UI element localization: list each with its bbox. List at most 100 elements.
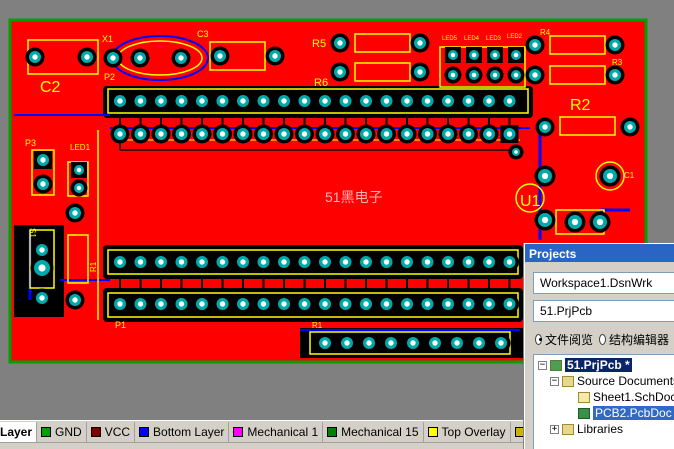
tab-current-layer[interactable]: Layer xyxy=(0,421,38,442)
tree-item-source-documents[interactable]: − Source Documents xyxy=(550,373,674,389)
pad-hole xyxy=(219,259,226,265)
tree-item-project[interactable]: − 51.PrjPcb * xyxy=(538,357,632,373)
pad-hole xyxy=(342,301,349,307)
layer-color-swatch xyxy=(427,426,438,437)
pad-hole xyxy=(337,69,343,75)
pad-hole xyxy=(506,131,513,137)
pad-hole xyxy=(612,42,618,48)
pad-hole xyxy=(272,53,278,59)
pad-hole xyxy=(424,301,431,307)
designator-c3: C3 xyxy=(197,29,209,39)
pad-hole xyxy=(117,259,123,265)
pad-hole xyxy=(506,98,513,104)
pad-hole xyxy=(410,340,416,346)
pad-hole xyxy=(363,98,369,104)
folder-icon xyxy=(562,375,574,387)
pad-hole xyxy=(363,131,369,137)
designator-c1: C1 xyxy=(624,171,635,180)
pad-hole xyxy=(322,340,328,346)
tab-mechanical-15[interactable]: Mechanical 15 xyxy=(323,421,424,442)
designator-r1b: R1 xyxy=(312,321,323,330)
pad-hole xyxy=(445,131,451,137)
designator-led3: LED3 xyxy=(486,36,502,42)
pad-hole xyxy=(366,340,372,346)
pad-hole xyxy=(76,185,82,191)
pad-hole xyxy=(454,340,460,346)
pad-hole xyxy=(596,218,604,226)
pad-hole xyxy=(506,259,513,265)
pad-hole xyxy=(117,98,123,104)
pad-hole xyxy=(178,301,185,307)
pad-hole xyxy=(513,72,519,78)
pad-hole xyxy=(137,131,144,137)
struct-editor-radio[interactable] xyxy=(599,333,606,345)
pad-hole xyxy=(240,259,246,265)
pad-hole xyxy=(260,301,267,307)
collapse-icon[interactable]: − xyxy=(538,360,547,370)
pad-hole xyxy=(445,301,451,307)
pad-hole xyxy=(281,131,287,137)
designator-x1: X1 xyxy=(102,34,113,44)
pad-hole xyxy=(465,98,472,104)
tab-bottom-layer[interactable]: Bottom Layer xyxy=(135,421,230,442)
pad-hole xyxy=(158,259,164,265)
pad-hole xyxy=(301,98,308,104)
workspace-dropdown[interactable]: Workspace1.DsnWrk xyxy=(533,272,674,294)
pad-hole xyxy=(498,340,504,346)
pad-hole xyxy=(158,131,164,137)
tab-top-overlay[interactable]: Top Overlay xyxy=(424,421,511,442)
pad-hole xyxy=(301,301,308,307)
pad-hole xyxy=(219,131,226,137)
pad-hole xyxy=(541,216,549,224)
pad-hole xyxy=(137,55,143,61)
designator-c2: C2 xyxy=(40,79,61,96)
pad-hole xyxy=(450,72,456,78)
pad-hole xyxy=(513,52,519,58)
tab-vcc[interactable]: VCC xyxy=(87,421,136,442)
pad-hole xyxy=(541,172,549,180)
pad-hole xyxy=(514,150,518,154)
pad-hole xyxy=(417,69,423,75)
pad-hole xyxy=(39,247,45,253)
pad-hole xyxy=(606,172,614,180)
pad-hole xyxy=(117,301,123,307)
file-view-label: 文件阅览 xyxy=(544,332,593,347)
pad-hole xyxy=(240,98,246,104)
tree-item-libraries[interactable]: + Libraries xyxy=(550,421,623,437)
pad-hole xyxy=(424,259,431,265)
pad-hole xyxy=(40,181,46,187)
pad-hole xyxy=(486,259,492,265)
project-dropdown[interactable]: 51.PrjPcb xyxy=(533,300,674,322)
pad-hole xyxy=(137,98,144,104)
designator-p1: P1 xyxy=(115,320,126,330)
layer-color-swatch xyxy=(90,426,101,437)
expand-icon[interactable]: + xyxy=(550,424,559,434)
pad-hole xyxy=(571,218,579,226)
designator-led4: LED4 xyxy=(464,36,480,42)
pad-hole xyxy=(76,167,82,173)
tab-mechanical-1[interactable]: Mechanical 1 xyxy=(229,421,324,442)
pad-hole xyxy=(465,301,472,307)
pad-hole xyxy=(465,259,472,265)
pad-hole xyxy=(492,72,498,78)
pad-hole xyxy=(417,40,423,46)
collapse-icon[interactable]: − xyxy=(550,376,559,386)
pad-hole xyxy=(178,55,184,61)
tree-item-pcb[interactable]: PCB2.PcbDoc xyxy=(578,405,674,421)
pad-hole xyxy=(486,301,492,307)
pad-hole xyxy=(72,210,78,216)
pad-hole xyxy=(542,124,548,130)
struct-editor-label: 结构编辑器 xyxy=(608,332,669,347)
pad-hole xyxy=(432,340,438,346)
pad-hole xyxy=(445,259,451,265)
pad-hole xyxy=(219,301,226,307)
tree-item-sheet[interactable]: Sheet1.SchDoc xyxy=(578,389,674,405)
board-watermark: 51黑电子 xyxy=(325,189,383,205)
tab-gnd[interactable]: GND xyxy=(37,421,87,442)
layer-color-swatch xyxy=(327,426,338,437)
pad-hole xyxy=(342,98,349,104)
designator-led5: LED5 xyxy=(442,36,458,42)
pad-hole xyxy=(383,98,390,104)
designator-u1: U1 xyxy=(520,193,541,210)
file-view-radio[interactable] xyxy=(535,333,542,345)
